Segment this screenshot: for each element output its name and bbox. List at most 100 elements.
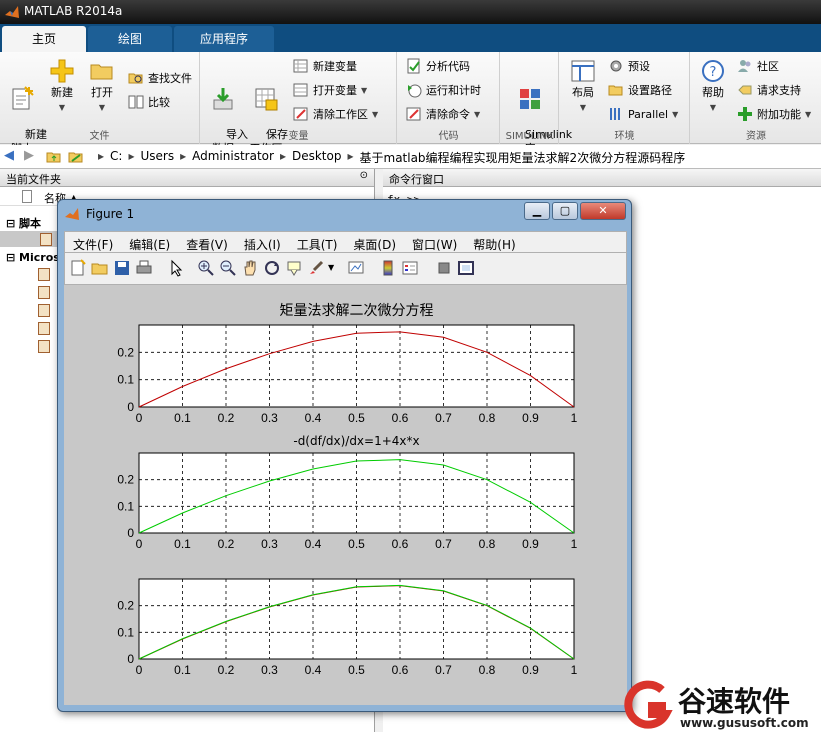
back-arrow-icon[interactable]: ◀ bbox=[4, 148, 14, 163]
ribbon: 新建 脚本 新建▼ 打开▼ 查找文件 比较 文件 导入 数据 保存 工作区 bbox=[0, 52, 821, 155]
run-and-time-button[interactable]: 运行和计时 bbox=[406, 82, 481, 98]
up-folder-icon[interactable] bbox=[46, 149, 62, 165]
breadcrumb-separator: ▸ bbox=[98, 149, 105, 163]
rotate-3d-icon[interactable] bbox=[263, 259, 281, 277]
find-files-button[interactable]: 查找文件 bbox=[128, 70, 192, 86]
x-tick-label: 0 bbox=[136, 411, 143, 425]
x-tick-label: 0.1 bbox=[174, 537, 191, 551]
open-variable-button[interactable]: 打开变量 ▼ bbox=[293, 82, 367, 98]
breadcrumb: ▸ C: ▸ Users ▸ Administrator ▸ Desktop ▸… bbox=[98, 149, 685, 166]
command-window-header: 命令行窗口 bbox=[383, 169, 821, 187]
brush-icon[interactable] bbox=[307, 259, 325, 277]
open-file-icon[interactable] bbox=[91, 259, 109, 277]
add-ons-plus-icon bbox=[738, 107, 752, 121]
legend-icon[interactable] bbox=[401, 259, 419, 277]
matlab-logo-icon bbox=[5, 6, 19, 18]
open-button[interactable]: 打开 ▼ bbox=[84, 56, 120, 115]
add-ons-button[interactable]: 附加功能 ▼ bbox=[737, 106, 811, 122]
group-label-resources: 资源 bbox=[746, 131, 766, 142]
x-tick-label: 1 bbox=[571, 411, 578, 425]
clear-commands-button[interactable]: 清除命令 ▼ bbox=[406, 106, 480, 122]
forward-arrow-icon[interactable]: ▶ bbox=[24, 148, 34, 163]
gear-icon bbox=[610, 60, 622, 72]
office-file-icon[interactable] bbox=[38, 304, 50, 317]
help-button[interactable]: ? 帮助 ▼ bbox=[695, 56, 731, 115]
group-variable: 导入 数据 保存 工作区 新建变量 打开变量▼ 清除工作区▼ 变量 bbox=[201, 52, 397, 155]
link-plot-icon[interactable] bbox=[347, 259, 365, 277]
breadcrumb-item[interactable]: 基于matlab编程编程实现用矩量法求解2次微分方程源码程序 bbox=[360, 149, 686, 166]
breadcrumb-item[interactable]: Administrator bbox=[192, 149, 274, 166]
menu-tools[interactable]: 工具(T) bbox=[297, 236, 338, 252]
panel-menu-icon[interactable]: ⊙ bbox=[360, 170, 368, 181]
app-titlebar: MATLAB R2014a bbox=[0, 0, 821, 24]
new-variable-button[interactable]: 新建变量 bbox=[293, 58, 357, 74]
show-plot-tools-icon[interactable] bbox=[457, 259, 475, 277]
parallel-button[interactable]: Parallel ▼ bbox=[608, 106, 678, 122]
menu-window[interactable]: 窗口(W) bbox=[412, 236, 457, 252]
close-button[interactable]: ✕ bbox=[580, 202, 626, 220]
select-arrow-icon[interactable] bbox=[167, 259, 185, 277]
x-tick-label: 0.3 bbox=[261, 411, 278, 425]
breadcrumb-item[interactable]: Users bbox=[140, 149, 174, 166]
section-microsoft[interactable]: ⊟ Micros bbox=[6, 251, 60, 264]
breadcrumb-separator: ▸ bbox=[347, 149, 354, 163]
pan-hand-icon[interactable] bbox=[241, 259, 259, 277]
request-support-button[interactable]: 请求支持 bbox=[737, 82, 801, 98]
breadcrumb-item[interactable]: C: bbox=[110, 149, 122, 166]
breadcrumb-item[interactable]: Desktop bbox=[292, 149, 342, 166]
zoom-out-icon[interactable] bbox=[219, 259, 237, 277]
office-file-icon[interactable] bbox=[38, 340, 50, 353]
menu-insert[interactable]: 插入(I) bbox=[244, 236, 281, 252]
maximize-button[interactable]: ▢ bbox=[552, 202, 578, 220]
group-code: 分析代码 运行和计时 清除命令 ▼ 代码 bbox=[398, 52, 500, 144]
matlab-figure-icon bbox=[65, 208, 79, 220]
menu-file[interactable]: 文件(F) bbox=[73, 236, 113, 252]
chevron-down-icon: ▼ bbox=[361, 85, 368, 95]
data-cursor-icon[interactable] bbox=[285, 259, 303, 277]
y-tick-label: 0 bbox=[127, 400, 134, 414]
group-environment: 布局 ▼ 预设 设置路径 Parallel ▼ 环境 bbox=[560, 52, 690, 144]
menu-edit[interactable]: 编辑(E) bbox=[129, 236, 170, 252]
menu-help[interactable]: 帮助(H) bbox=[473, 236, 515, 252]
community-button[interactable]: 社区 bbox=[737, 58, 779, 74]
office-file-icon[interactable] bbox=[38, 268, 50, 281]
clear-workspace-button[interactable]: 清除工作区 ▼ bbox=[293, 106, 378, 122]
figure-window[interactable]: Figure 1 ▁ ▢ ✕ 文件(F) 编辑(E) 查看(V) 插入(I) 工… bbox=[57, 199, 632, 712]
ribbon-tabbar: 主页 绘图 应用程序 bbox=[0, 24, 821, 52]
x-tick-label: 0 bbox=[136, 663, 143, 677]
layout-button[interactable]: 布局 ▼ bbox=[564, 56, 602, 115]
save-icon[interactable] bbox=[113, 259, 131, 277]
office-file-icon[interactable] bbox=[38, 286, 50, 299]
zoom-in-icon[interactable] bbox=[197, 259, 215, 277]
set-path-button[interactable]: 设置路径 bbox=[608, 82, 672, 98]
plots-svg: 0 0.1 0.2 0.3 0.4 0.5 0.6 0.7 0.8 0.9 1 0 0.1 0.2 矩量法求… bbox=[117, 303, 578, 677]
script-file-icon[interactable] bbox=[40, 233, 52, 246]
office-file-icon[interactable] bbox=[38, 322, 50, 335]
menu-desktop[interactable]: 桌面(D) bbox=[353, 236, 396, 252]
analyze-code-button[interactable]: 分析代码 bbox=[406, 58, 470, 74]
tab-apps[interactable]: 应用程序 bbox=[174, 26, 274, 52]
menu-view[interactable]: 查看(V) bbox=[186, 236, 228, 252]
new-button[interactable]: 新建 ▼ bbox=[44, 56, 80, 115]
support-icon bbox=[738, 85, 752, 95]
colorbar-icon[interactable] bbox=[379, 259, 397, 277]
figure-canvas[interactable]: 0 0.1 0.2 0.3 0.4 0.5 0.6 0.7 0.8 0.9 1 0 0.1 0.2 矩量法求… bbox=[64, 285, 627, 705]
tab-home[interactable]: 主页 bbox=[2, 26, 86, 52]
x-tick-label: 0.9 bbox=[522, 663, 539, 677]
preferences-button[interactable]: 预设 bbox=[608, 58, 650, 74]
print-icon[interactable] bbox=[135, 259, 153, 277]
x-tick-label: 0.5 bbox=[348, 663, 365, 677]
watermark: 谷速软件 www.gususoft.com bbox=[622, 680, 821, 732]
x-tick-label: 1 bbox=[571, 663, 578, 677]
compare-button[interactable]: 比较 bbox=[128, 94, 170, 110]
section-scripts[interactable]: ⊟ 脚本 bbox=[6, 215, 41, 231]
y-tick-label: 0.1 bbox=[117, 625, 134, 639]
browse-folder-icon[interactable] bbox=[68, 149, 84, 165]
hide-plot-tools-icon[interactable] bbox=[435, 259, 453, 277]
chevron-down-icon[interactable]: ▼ bbox=[328, 263, 334, 272]
tab-plots[interactable]: 绘图 bbox=[88, 26, 172, 52]
layout-icon bbox=[571, 60, 595, 82]
minimize-button[interactable]: ▁ bbox=[524, 202, 550, 220]
new-figure-icon[interactable] bbox=[69, 259, 87, 277]
new-script-icon bbox=[12, 86, 34, 110]
